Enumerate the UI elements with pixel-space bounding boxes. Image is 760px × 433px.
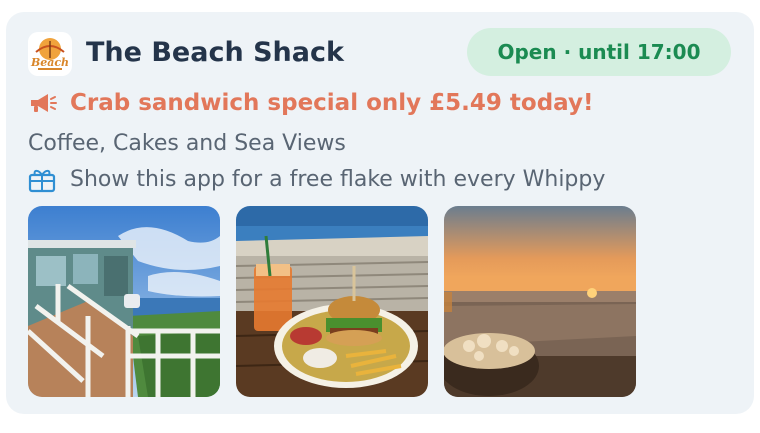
photo-beach-hut[interactable] <box>28 206 220 397</box>
megaphone-icon <box>28 91 58 115</box>
gift-icon <box>28 167 56 193</box>
venue-tagline: Coffee, Cakes and Sea Views <box>28 131 346 156</box>
open-status-badge: Open · until 17:00 <box>467 28 731 76</box>
promo-text: Crab sandwich special only £5.49 today! <box>70 90 594 116</box>
venue-name: The Beach Shack <box>86 37 344 68</box>
photo-burger-meal[interactable] <box>236 206 428 397</box>
logo-wordmark: Beach <box>30 56 70 69</box>
perk-text: Show this app for a free flake with ever… <box>70 167 606 192</box>
photo-beach-sunset[interactable] <box>444 206 636 397</box>
venue-logo: Beach <box>28 32 72 76</box>
